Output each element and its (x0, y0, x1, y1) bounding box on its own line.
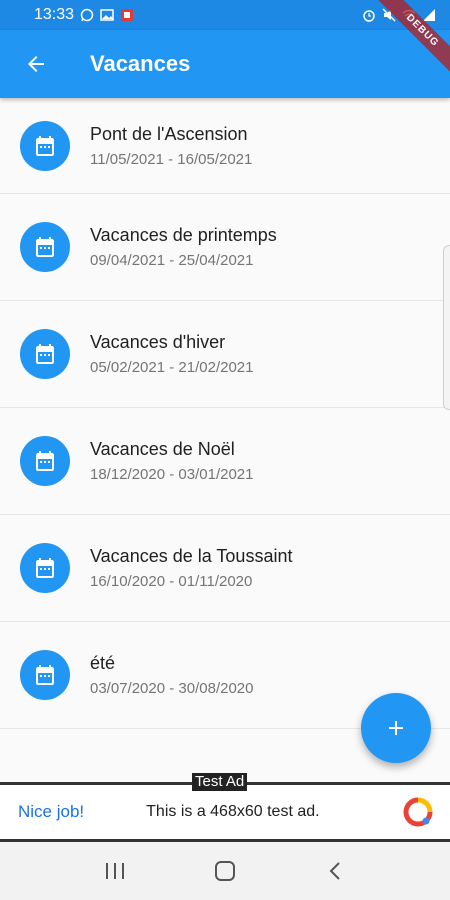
page-title: Vacances (90, 51, 191, 76)
holiday-list: Pont de l'Ascension 11/05/2021 - 16/05/2… (0, 98, 450, 729)
holiday-title: Vacances de la Toussaint (90, 546, 293, 566)
holiday-dates: 11/05/2021 - 16/05/2021 (90, 150, 253, 168)
ad-text: This is a 468x60 test ad. (146, 803, 320, 820)
home-button[interactable] (205, 851, 245, 891)
avatar (20, 329, 70, 379)
calendar-icon (36, 237, 54, 257)
calendar-icon (36, 558, 54, 578)
holiday-dates: 03/07/2020 - 30/08/2020 (90, 680, 254, 697)
holiday-dates: 18/12/2020 - 03/01/2021 (90, 466, 254, 483)
holiday-title: Vacances de printemps (90, 225, 277, 245)
calendar-icon (36, 451, 54, 471)
ad-choices-logo-icon (403, 797, 433, 827)
holiday-dates: 16/10/2020 - 01/11/2020 (90, 573, 253, 590)
calendar-icon (36, 344, 54, 364)
avatar (20, 120, 70, 171)
status-time: 13:33 (34, 6, 75, 23)
avatar (20, 543, 70, 593)
back-button[interactable] (0, 30, 72, 98)
list-item[interactable]: Vacances de la Toussaint 16/10/2020 - 01… (0, 515, 450, 622)
recent-apps-icon (106, 863, 124, 879)
avatar (20, 650, 70, 700)
holiday-title: Vacances d'hiver (90, 332, 226, 352)
holiday-title: été (90, 653, 116, 673)
home-icon (215, 861, 235, 881)
system-nav-bar (0, 842, 450, 900)
edge-panel-handle[interactable] (443, 245, 450, 410)
avatar (20, 436, 70, 486)
list-item[interactable]: Vacances de Noël 18/12/2020 - 03/01/2021 (0, 408, 450, 515)
holiday-dates: 05/02/2021 - 21/02/2021 (90, 359, 254, 376)
ad-banner[interactable]: Test Ad Nice job! This is a 468x60 test … (0, 773, 450, 842)
holiday-title: Vacances de Noël (90, 439, 235, 459)
image-icon (100, 9, 114, 21)
chevron-left-icon (329, 862, 340, 880)
list-item[interactable]: Pont de l'Ascension 11/05/2021 - 16/05/2… (0, 98, 450, 194)
arrow-back-icon (28, 56, 44, 72)
list-item[interactable]: Vacances d'hiver 05/02/2021 - 21/02/2021 (0, 301, 450, 408)
recent-apps-button[interactable] (95, 851, 135, 891)
alarm-icon (363, 10, 375, 22)
calendar-icon (36, 665, 54, 685)
plus-icon (389, 721, 403, 735)
avatar (20, 222, 70, 272)
ad-title: Nice job! (18, 802, 85, 821)
back-nav-button[interactable] (315, 851, 355, 891)
whatsapp-icon (80, 8, 94, 22)
add-holiday-button[interactable] (361, 693, 431, 763)
holiday-dates: 09/04/2021 - 25/04/2021 (90, 252, 254, 269)
list-item[interactable]: Vacances de printemps 09/04/2021 - 25/04… (0, 194, 450, 301)
calendar-icon (36, 135, 54, 156)
ad-label: Test Ad (192, 773, 248, 791)
app-bar: Vacances (0, 30, 450, 98)
app-notification-icon (121, 9, 134, 21)
holiday-title: Pont de l'Ascension (90, 123, 248, 144)
notification-icons (80, 8, 134, 22)
